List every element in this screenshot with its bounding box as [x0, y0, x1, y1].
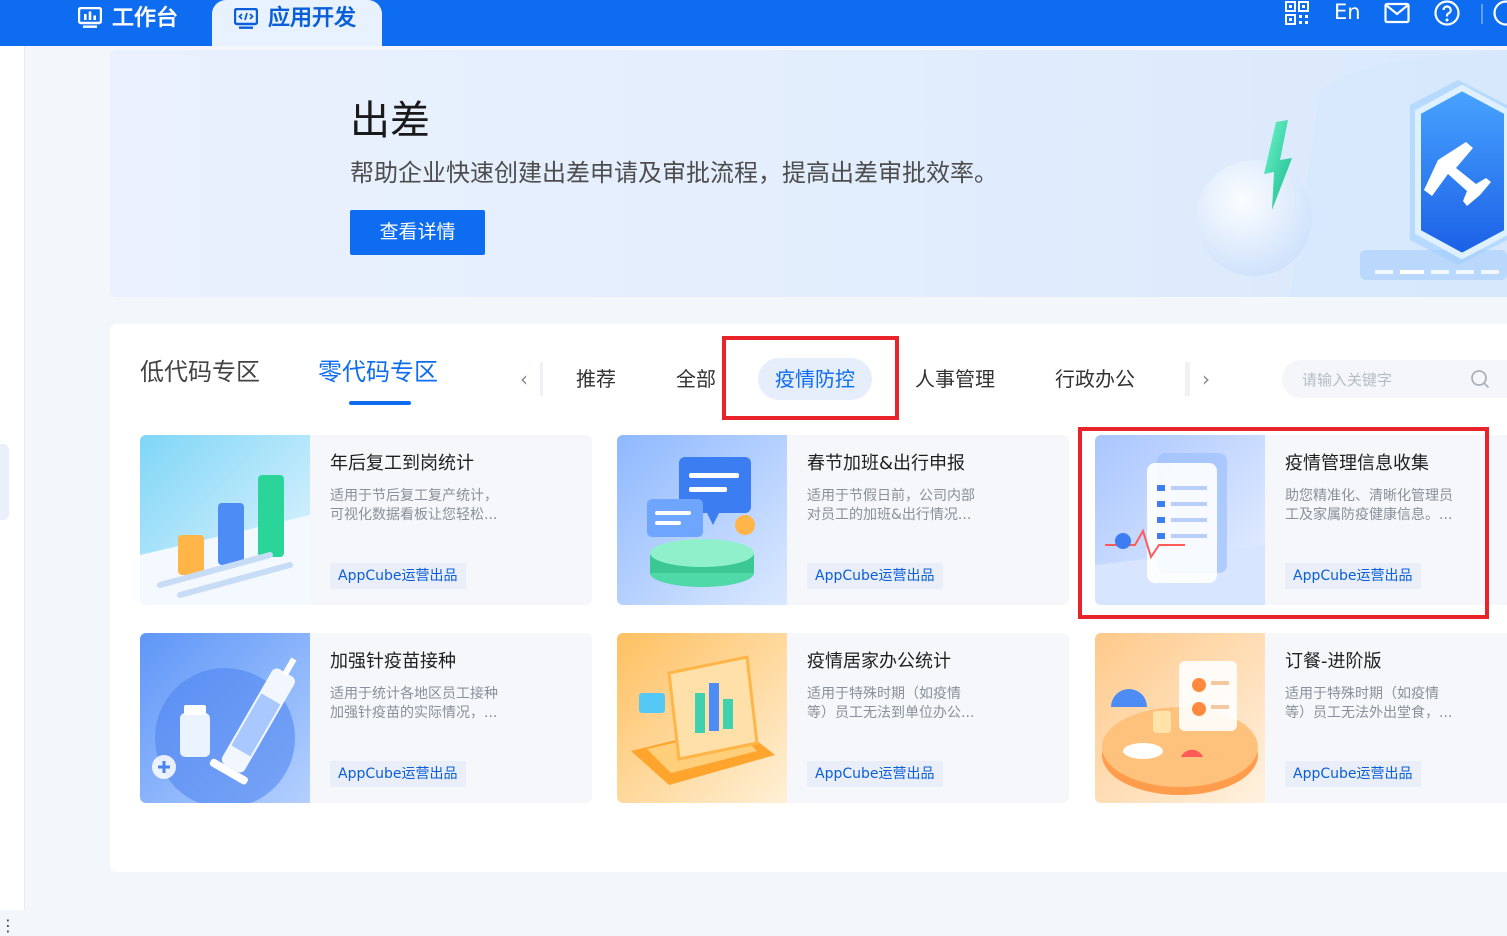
template-card[interactable]: 订餐-进阶版 适用于特殊时期（如疫情 等）员工无法外出堂食，... AppCub…: [1095, 633, 1507, 803]
card-description: 适用于节假日前，公司内部 对员工的加班&出行情况...: [807, 487, 1057, 525]
card-description: 适用于特殊时期（如疫情 等）员工无法外出堂食，...: [1285, 685, 1507, 723]
publisher-badge: AppCube运营出品: [1285, 761, 1421, 787]
laptop-dashboard-thumbnail: [617, 633, 787, 803]
promo-banner: 出差 帮助企业快速创建出差申请及审批流程，提高出差审批效率。 查看详情: [110, 50, 1507, 297]
template-card[interactable]: 疫情居家办公统计 适用于特殊时期（如疫情 等）员工无法到单位办公... AppC…: [617, 633, 1069, 803]
food-order-thumbnail: [1095, 633, 1265, 803]
qr-code-icon[interactable]: [1284, 0, 1310, 26]
card-title: 疫情居家办公统计: [807, 649, 951, 675]
card-description-line: 适用于特殊时期（如疫情: [1285, 685, 1507, 704]
category-recommended[interactable]: 推荐: [576, 364, 616, 394]
monitor-chart-icon: [78, 7, 102, 29]
card-description: 适用于统计各地区员工接种 加强针疫苗的实际情况，...: [330, 685, 580, 723]
template-card[interactable]: 加强针疫苗接种 适用于统计各地区员工接种 加强针疫苗的实际情况，... AppC…: [140, 633, 592, 803]
card-description: 适用于节后复工复产统计， 可视化数据看板让您轻松...: [330, 487, 580, 525]
card-description: 适用于特殊时期（如疫情 等）员工无法到单位办公...: [807, 685, 1057, 723]
banner-description: 帮助企业快速创建出差申请及审批流程，提高出差审批效率。: [350, 156, 998, 190]
card-description-line: 适用于特殊时期（如疫情: [807, 685, 1057, 704]
chat-bubble-thumbnail: [617, 435, 787, 605]
category-prev-arrow[interactable]: ‹: [508, 362, 543, 396]
avatar[interactable]: [1493, 0, 1507, 26]
banner-title: 出差: [350, 96, 430, 146]
more-icon[interactable]: ⋮: [0, 916, 16, 936]
tab-app-development[interactable]: 应用开发: [212, 0, 382, 46]
search-icon[interactable]: [1470, 369, 1490, 389]
toolbar-divider: [1481, 4, 1483, 24]
mail-icon[interactable]: [1384, 2, 1410, 24]
card-title: 订餐-进阶版: [1285, 649, 1382, 675]
card-description-line: 适用于统计各地区员工接种: [330, 685, 580, 704]
card-description-line: 等）员工无法到单位办公...: [807, 704, 1057, 723]
vaccine-syringe-thumbnail: [140, 633, 310, 803]
category-hr-management[interactable]: 人事管理: [915, 364, 995, 394]
card-description-line: 可视化数据看板让您轻松...: [330, 506, 580, 525]
publisher-badge: AppCube运营出品: [330, 761, 466, 787]
search-box: [1282, 360, 1507, 398]
card-description-line: 等）员工无法外出堂食，...: [1285, 704, 1507, 723]
tab-workbench[interactable]: 工作台: [0, 0, 215, 46]
template-card[interactable]: 春节加班&出行申报 适用于节假日前，公司内部 对员工的加班&出行情况... Ap…: [617, 435, 1069, 605]
tab-app-development-label: 应用开发: [268, 5, 356, 33]
card-title: 加强针疫苗接种: [330, 649, 456, 675]
card-title: 年后复工到岗统计: [330, 451, 474, 477]
tab-workbench-label: 工作台: [112, 5, 178, 33]
tab-zero-code-zone[interactable]: 零代码专区: [318, 354, 438, 390]
view-details-button[interactable]: 查看详情: [350, 210, 485, 255]
tab-low-code-zone[interactable]: 低代码专区: [140, 354, 260, 390]
category-all[interactable]: 全部: [676, 364, 716, 394]
highlight-box-category: [722, 336, 899, 420]
highlight-box-card: [1078, 427, 1489, 619]
code-window-icon: [234, 8, 258, 30]
travel-illustration: [1170, 50, 1507, 297]
card-description-line: 适用于节后复工复产统计，: [330, 487, 580, 506]
bar-chart-thumbnail: [140, 435, 310, 605]
card-title: 春节加班&出行申报: [807, 451, 965, 477]
top-bar: 工作台 应用开发 En: [0, 0, 1507, 46]
left-sidebar: ⋮: [0, 46, 25, 910]
publisher-badge: AppCube运营出品: [807, 563, 943, 589]
publisher-badge: AppCube运营出品: [330, 563, 466, 589]
sidebar-collapse-handle[interactable]: [0, 444, 9, 520]
card-description-line: 对员工的加班&出行情况...: [807, 506, 1057, 525]
category-admin-office[interactable]: 行政办公: [1055, 364, 1135, 394]
help-icon[interactable]: [1434, 0, 1460, 26]
search-input[interactable]: [1300, 368, 1464, 392]
language-toggle[interactable]: En: [1334, 0, 1361, 26]
template-card[interactable]: 年后复工到岗统计 适用于节后复工复产统计， 可视化数据看板让您轻松... App…: [140, 435, 592, 605]
card-description-line: 适用于节假日前，公司内部: [807, 487, 1057, 506]
card-description-line: 加强针疫苗的实际情况，...: [330, 704, 580, 723]
active-tab-indicator: [349, 401, 411, 405]
category-next-arrow[interactable]: ›: [1185, 362, 1222, 396]
publisher-badge: AppCube运营出品: [807, 761, 943, 787]
